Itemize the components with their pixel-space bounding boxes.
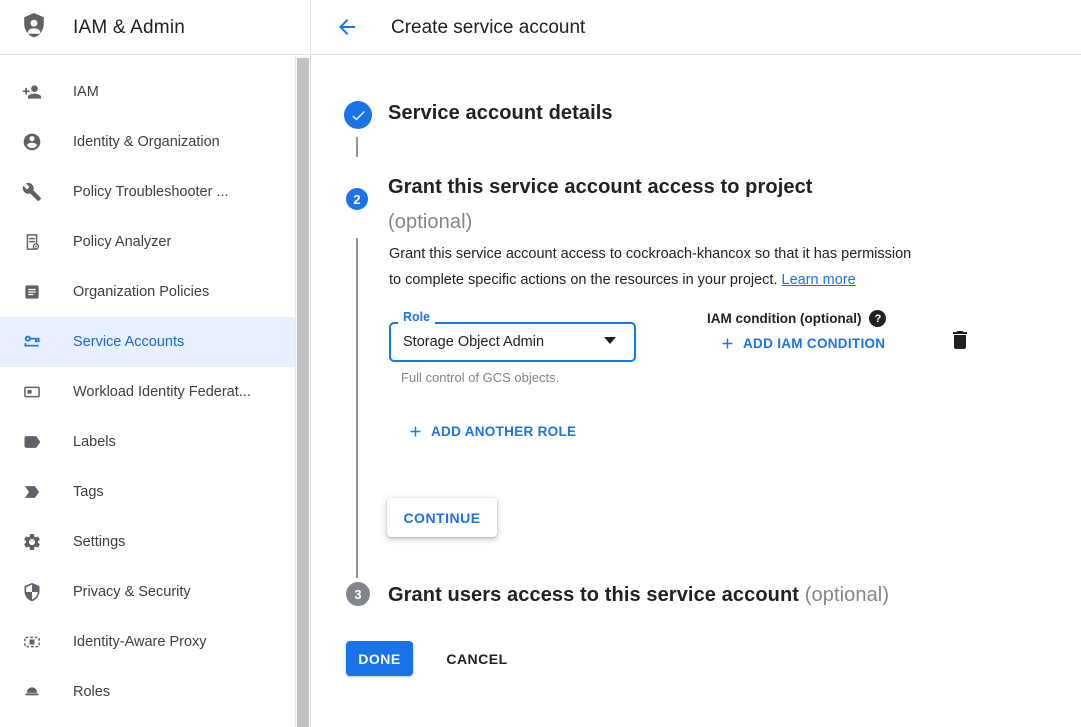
sidebar-item-workload-identity-federation[interactable]: Workload Identity Federat... <box>0 367 296 417</box>
sidebar-item-organization-policies[interactable]: Organization Policies <box>0 267 296 317</box>
policy-analyzer-icon <box>22 232 42 252</box>
step2-number: 2 <box>353 192 360 207</box>
hat-icon <box>22 682 42 702</box>
sidebar-item-policy-analyzer[interactable]: Policy Analyzer <box>0 217 296 267</box>
label-tag-icon <box>22 432 42 452</box>
page-title: Create service account <box>391 0 585 55</box>
role-field-label: Role <box>398 310 435 324</box>
sidebar-item-label: Policy Troubleshooter ... <box>73 184 229 200</box>
add-iam-condition-button[interactable]: ADD IAM CONDITION <box>719 335 885 352</box>
help-icon[interactable]: ? <box>869 310 886 327</box>
sidebar-item-label: Workload Identity Federat... <box>73 384 251 400</box>
sidebar-item-label: Identity & Organization <box>73 134 220 150</box>
sidebar-item-policy-troubleshooter[interactable]: Policy Troubleshooter ... <box>0 167 296 217</box>
sidebar-item-label: Roles <box>73 684 110 700</box>
proxy-frame-icon <box>22 632 42 652</box>
iam-condition-header: IAM condition (optional) ? <box>707 310 886 327</box>
sidebar-item-tags[interactable]: Tags <box>0 467 296 517</box>
tag-arrow-icon <box>22 482 42 502</box>
done-button[interactable]: DONE <box>346 641 413 676</box>
sidebar-item-label: Identity-Aware Proxy <box>73 634 207 650</box>
sidebar-item-privacy-security[interactable]: Privacy & Security <box>0 567 296 617</box>
stepper-connector <box>356 238 358 578</box>
plus-icon <box>407 423 424 440</box>
add-another-role-label: ADD ANOTHER ROLE <box>431 424 576 439</box>
description-line1: Grant this service account access to coc… <box>389 246 911 262</box>
role-helper-text: Full control of GCS objects. <box>401 370 559 385</box>
step1-completed-badge <box>344 101 372 129</box>
sidebar-item-label: Service Accounts <box>73 334 184 350</box>
sidebar-item-label: Organization Policies <box>73 284 209 300</box>
step3-title: Grant users access to this service accou… <box>388 584 889 607</box>
person-add-icon <box>22 82 42 102</box>
service-account-key-icon <box>22 332 42 352</box>
cancel-button[interactable]: CANCEL <box>431 641 523 676</box>
iam-shield-icon <box>20 12 48 43</box>
sidebar-item-label: Settings <box>73 534 125 550</box>
shield-icon <box>22 582 42 602</box>
sidebar-item-labels[interactable]: Labels <box>0 417 296 467</box>
gear-icon <box>22 532 42 552</box>
sidebar-item-iam[interactable]: IAM <box>0 67 296 117</box>
arrow-back-icon[interactable] <box>334 15 360 41</box>
add-another-role-button[interactable]: ADD ANOTHER ROLE <box>407 423 576 440</box>
learn-more-link[interactable]: Learn more <box>782 272 856 288</box>
wrench-icon <box>22 182 42 202</box>
trash-icon[interactable] <box>947 327 972 354</box>
sidebar-scrollbar-thumb[interactable] <box>297 58 309 727</box>
sidebar-item-label: Labels <box>73 434 116 450</box>
sidebar-nav: IAM Identity & Organization Policy Troub… <box>0 56 310 727</box>
chevron-down-icon <box>604 337 616 344</box>
description-line2: to complete specific actions on the reso… <box>389 272 777 288</box>
sidebar-divider <box>310 0 311 727</box>
sidebar-item-service-accounts[interactable]: Service Accounts <box>0 317 296 367</box>
sidebar-item-label: Tags <box>73 484 104 500</box>
sidebar-item-label: IAM <box>73 84 99 100</box>
document-lines-icon <box>22 282 42 302</box>
step2-optional-text: (optional) <box>388 211 472 233</box>
stepper-connector <box>356 137 358 157</box>
sidebar-item-label: Privacy & Security <box>73 584 191 600</box>
header-divider <box>310 0 311 55</box>
step3-title-text: Grant users access to this service accou… <box>388 584 799 606</box>
sidebar-item-identity-aware-proxy[interactable]: Identity-Aware Proxy <box>0 617 296 667</box>
account-circle-icon <box>22 132 42 152</box>
sidebar-item-roles[interactable]: Roles <box>0 667 296 717</box>
step1-title: Service account details <box>388 102 613 125</box>
app-header: IAM & Admin Create service account <box>0 0 1081 55</box>
check-icon <box>350 107 367 124</box>
sidebar-item-label: Policy Analyzer <box>73 234 171 250</box>
step3-optional-text: (optional) <box>805 584 889 606</box>
step2-title-text: Grant this service account access to pro… <box>388 176 813 198</box>
continue-button[interactable]: CONTINUE <box>387 498 497 537</box>
plus-icon <box>719 335 736 352</box>
badge-card-icon <box>22 382 42 402</box>
step3-number: 3 <box>354 587 361 602</box>
app-title: IAM & Admin <box>73 0 185 55</box>
sidebar-item-settings[interactable]: Settings <box>0 517 296 567</box>
step2-description: Grant this service account access to coc… <box>389 241 1009 293</box>
iam-condition-label: IAM condition (optional) <box>707 311 861 326</box>
sidebar-item-identity-organization[interactable]: Identity & Organization <box>0 117 296 167</box>
step3-number-badge: 3 <box>346 582 370 606</box>
add-iam-condition-label: ADD IAM CONDITION <box>743 336 885 351</box>
step2-title: Grant this service account access to pro… <box>388 170 813 240</box>
role-selected-value: Storage Object Admin <box>403 322 544 362</box>
step2-number-badge: 2 <box>346 188 368 210</box>
